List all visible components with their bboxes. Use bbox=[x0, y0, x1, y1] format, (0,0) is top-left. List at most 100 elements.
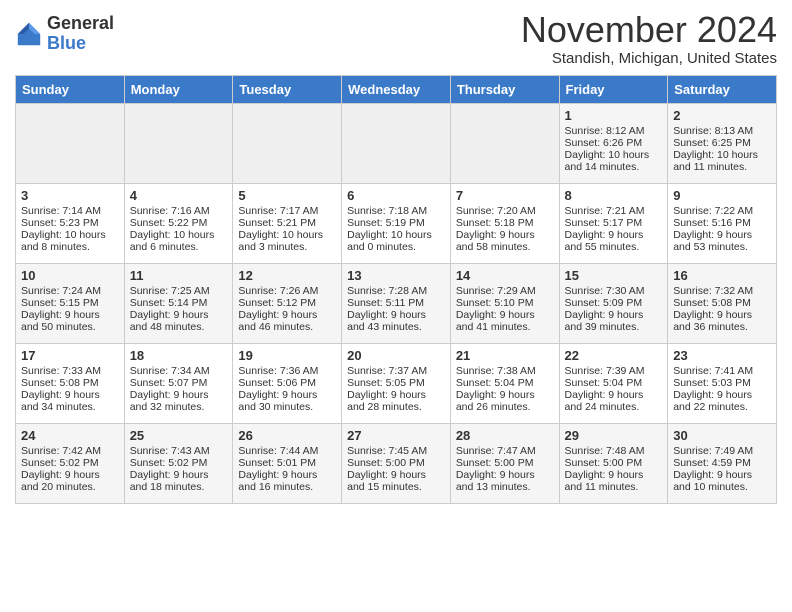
calendar-cell: 24Sunrise: 7:42 AMSunset: 5:02 PMDayligh… bbox=[16, 423, 125, 503]
header-row: SundayMondayTuesdayWednesdayThursdayFrid… bbox=[16, 75, 777, 103]
day-number: 23 bbox=[673, 348, 771, 363]
calendar-cell: 11Sunrise: 7:25 AMSunset: 5:14 PMDayligh… bbox=[124, 263, 233, 343]
day-info: Sunset: 5:22 PM bbox=[130, 217, 228, 229]
day-number: 15 bbox=[565, 268, 663, 283]
day-info: Sunset: 5:21 PM bbox=[238, 217, 336, 229]
day-info: Daylight: 9 hours and 34 minutes. bbox=[21, 389, 119, 413]
calendar-cell bbox=[233, 103, 342, 183]
day-info: Sunset: 5:00 PM bbox=[565, 457, 663, 469]
day-info: Sunrise: 7:49 AM bbox=[673, 445, 771, 457]
day-number: 10 bbox=[21, 268, 119, 283]
day-info: Sunrise: 7:43 AM bbox=[130, 445, 228, 457]
month-title: November 2024 bbox=[521, 10, 777, 50]
header-friday: Friday bbox=[559, 75, 668, 103]
day-info: Sunrise: 7:16 AM bbox=[130, 205, 228, 217]
day-info: Sunrise: 7:33 AM bbox=[21, 365, 119, 377]
day-info: Sunset: 5:03 PM bbox=[673, 377, 771, 389]
week-row-2: 10 Sunrise: 7:24 AMSunset: 5:15 PM Dayligh… bbox=[16, 263, 777, 343]
day-info: Daylight: 9 hours and 26 minutes. bbox=[456, 389, 554, 413]
day-info: Daylight: 9 hours and 41 minutes. bbox=[456, 309, 554, 333]
day-number: 5 bbox=[238, 188, 336, 203]
day-info: Sunrise: 7:34 AM bbox=[130, 365, 228, 377]
day-info: Daylight: 10 hours and 6 minutes. bbox=[130, 229, 228, 253]
day-number: 6 bbox=[347, 188, 445, 203]
calendar-cell: 20Sunrise: 7:37 AMSunset: 5:05 PMDayligh… bbox=[342, 343, 451, 423]
day-info: Daylight: 9 hours and 18 minutes. bbox=[130, 469, 228, 493]
day-info: Daylight: 9 hours and 53 minutes. bbox=[673, 229, 771, 253]
day-info: Daylight: 9 hours and 55 minutes. bbox=[565, 229, 663, 253]
day-info: Daylight: 9 hours and 11 minutes. bbox=[565, 469, 663, 493]
day-info: Daylight: 9 hours and 10 minutes. bbox=[673, 469, 771, 493]
calendar-cell: 9Sunrise: 7:22 AMSunset: 5:16 PMDaylight… bbox=[668, 183, 777, 263]
day-info: Daylight: 9 hours and 24 minutes. bbox=[565, 389, 663, 413]
calendar-cell: 22Sunrise: 7:39 AMSunset: 5:04 PMDayligh… bbox=[559, 343, 668, 423]
day-info: Sunset: 5:01 PM bbox=[238, 457, 336, 469]
day-info: Sunrise: 7:45 AM bbox=[347, 445, 445, 457]
day-info: Sunset: 5:15 PM bbox=[21, 297, 119, 309]
day-info: Sunset: 5:14 PM bbox=[130, 297, 228, 309]
day-number: 25 bbox=[130, 428, 228, 443]
day-info: Sunrise: 7:29 AM bbox=[456, 285, 554, 297]
day-info: Sunrise: 7:20 AM bbox=[456, 205, 554, 217]
day-info: Sunrise: 8:12 AM bbox=[565, 125, 663, 137]
day-info: Sunset: 5:02 PM bbox=[21, 457, 119, 469]
day-info: Sunrise: 7:36 AM bbox=[238, 365, 336, 377]
day-number: 28 bbox=[456, 428, 554, 443]
day-info: Sunset: 5:00 PM bbox=[347, 457, 445, 469]
calendar-cell: 26Sunrise: 7:44 AMSunset: 5:01 PMDayligh… bbox=[233, 423, 342, 503]
header-monday: Monday bbox=[124, 75, 233, 103]
day-info: Sunset: 5:18 PM bbox=[456, 217, 554, 229]
day-info: Sunset: 5:04 PM bbox=[456, 377, 554, 389]
day-info: Daylight: 9 hours and 43 minutes. bbox=[347, 309, 445, 333]
day-info: Sunrise: 7:30 AM bbox=[565, 285, 663, 297]
day-number: 27 bbox=[347, 428, 445, 443]
calendar-cell: 10Sunrise: 7:24 AMSunset: 5:15 PMDayligh… bbox=[16, 263, 125, 343]
day-info: Sunrise: 7:17 AM bbox=[238, 205, 336, 217]
day-info: Sunrise: 7:38 AM bbox=[456, 365, 554, 377]
calendar-cell: 6Sunrise: 7:18 AMSunset: 5:19 PMDaylight… bbox=[342, 183, 451, 263]
day-number: 13 bbox=[347, 268, 445, 283]
calendar-cell bbox=[16, 103, 125, 183]
day-info: Daylight: 9 hours and 39 minutes. bbox=[565, 309, 663, 333]
logo-icon bbox=[15, 20, 43, 48]
calendar-cell: 15 Sunrise: 7:30 AMSunset: 5:09 PMDayligh… bbox=[559, 263, 668, 343]
day-info: Sunset: 5:19 PM bbox=[347, 217, 445, 229]
day-number: 21 bbox=[456, 348, 554, 363]
calendar-table: SundayMondayTuesdayWednesdayThursdayFrid… bbox=[15, 75, 777, 504]
day-info: Sunset: 5:09 PM bbox=[565, 297, 663, 309]
header-wednesday: Wednesday bbox=[342, 75, 451, 103]
week-row-4: 24Sunrise: 7:42 AMSunset: 5:02 PMDayligh… bbox=[16, 423, 777, 503]
day-info: Sunrise: 7:22 AM bbox=[673, 205, 771, 217]
day-info: Sunset: 5:05 PM bbox=[347, 377, 445, 389]
calendar-cell: 8Sunrise: 7:21 AMSunset: 5:17 PMDaylight… bbox=[559, 183, 668, 263]
day-info: Sunset: 5:12 PM bbox=[238, 297, 336, 309]
day-number: 30 bbox=[673, 428, 771, 443]
week-row-1: 3Sunrise: 7:14 AMSunset: 5:23 PMDaylight… bbox=[16, 183, 777, 263]
day-info: Daylight: 9 hours and 16 minutes. bbox=[238, 469, 336, 493]
calendar-cell: 7Sunrise: 7:20 AMSunset: 5:18 PMDaylight… bbox=[450, 183, 559, 263]
header-sunday: Sunday bbox=[16, 75, 125, 103]
day-info: Sunrise: 7:24 AM bbox=[21, 285, 119, 297]
calendar-cell: 21 Sunrise: 7:38 AMSunset: 5:04 PMDayligh… bbox=[450, 343, 559, 423]
calendar-cell bbox=[450, 103, 559, 183]
day-info: Sunset: 4:59 PM bbox=[673, 457, 771, 469]
day-info: Sunset: 5:02 PM bbox=[130, 457, 228, 469]
day-info: Sunrise: 7:44 AM bbox=[238, 445, 336, 457]
calendar-cell: 14Sunrise: 7:29 AMSunset: 5:10 PMDayligh… bbox=[450, 263, 559, 343]
day-info: Daylight: 9 hours and 28 minutes. bbox=[347, 389, 445, 413]
day-info: Sunset: 5:10 PM bbox=[456, 297, 554, 309]
calendar-cell: 23Sunrise: 7:41 AMSunset: 5:03 PMDayligh… bbox=[668, 343, 777, 423]
week-row-0: 1Sunrise: 8:12 AMSunset: 6:26 PMDaylight… bbox=[16, 103, 777, 183]
day-info: Sunrise: 7:37 AM bbox=[347, 365, 445, 377]
day-info: Daylight: 10 hours and 3 minutes. bbox=[238, 229, 336, 253]
day-number: 12 bbox=[238, 268, 336, 283]
calendar-cell: 1Sunrise: 8:12 AMSunset: 6:26 PMDaylight… bbox=[559, 103, 668, 183]
day-number: 24 bbox=[21, 428, 119, 443]
day-info: Sunset: 5:11 PM bbox=[347, 297, 445, 309]
day-info: Sunrise: 7:21 AM bbox=[565, 205, 663, 217]
calendar-cell: 19Sunrise: 7:36 AMSunset: 5:06 PMDayligh… bbox=[233, 343, 342, 423]
calendar-header: SundayMondayTuesdayWednesdayThursdayFrid… bbox=[16, 75, 777, 103]
header-tuesday: Tuesday bbox=[233, 75, 342, 103]
day-info: Sunset: 5:17 PM bbox=[565, 217, 663, 229]
day-info: Sunset: 6:25 PM bbox=[673, 137, 771, 149]
